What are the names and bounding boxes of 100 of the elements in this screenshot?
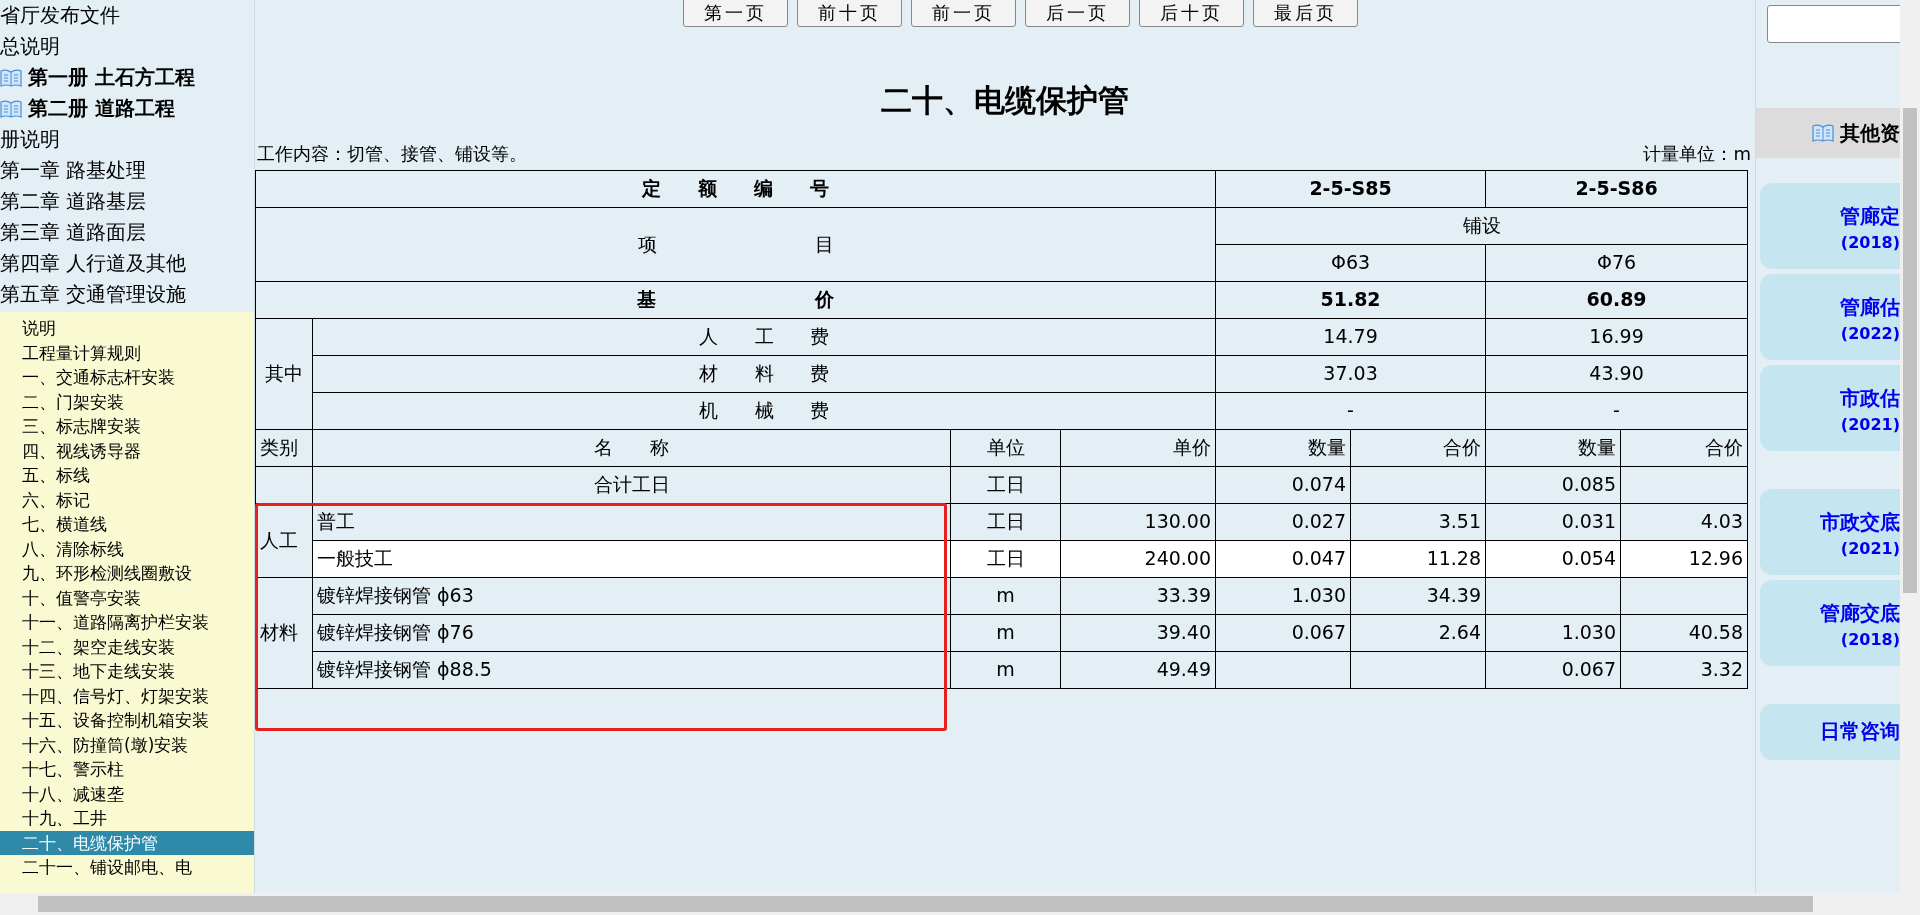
sidebar-item[interactable]: 八、清除标线 [0,536,254,561]
sidebar-item[interactable]: 十二、架空走线安装 [0,634,254,659]
table-cell: 12.96 [1620,540,1748,577]
sidebar-link[interactable]: 总说明 [0,31,254,62]
column-header: Φ63 [1215,244,1486,281]
horizontal-scrollbar[interactable] [0,893,1920,915]
table-cell: 0.031 [1485,503,1621,540]
sidebar-link[interactable]: 第三章 道路面层 [0,217,254,248]
sidebar-item[interactable]: 十六、防撞筒(墩)安装 [0,732,254,757]
book-icon [1812,124,1834,142]
table-cell: 240.00 [1060,540,1216,577]
table-cell [255,466,313,503]
resource-link[interactable]: 市政估 (2021) [1760,365,1900,451]
table-cell: 130.00 [1060,503,1216,540]
pager-button[interactable]: 最后页 [1252,0,1358,27]
table-cell: 1.030 [1485,614,1621,651]
sidebar-item[interactable]: 六、标记 [0,487,254,512]
sidebar-item[interactable]: 二、门架安装 [0,389,254,414]
pager-button[interactable]: 后一页 [1024,0,1130,27]
unit-label: 计量单位：m [1643,141,1751,166]
table-cell: 0.085 [1485,466,1621,503]
sidebar-item[interactable]: 十九、工井 [0,806,254,831]
resource-link[interactable]: 日常咨询 [1760,704,1900,760]
row-header: 其中 [255,318,313,429]
resource-link[interactable]: 管廊交底 (2018) [1760,580,1900,666]
volume-link[interactable]: 第一册 土石方工程 [28,62,195,93]
sidebar-item[interactable]: 十八、减速垄 [0,781,254,806]
sidebar-item[interactable]: 十四、信号灯、灯架安装 [0,683,254,708]
table-cell: 34.39 [1350,577,1486,614]
table-cell: m [950,651,1061,688]
table-cell: 33.39 [1060,577,1216,614]
sidebar-item[interactable]: 二十、电缆保护管 [0,830,254,855]
sidebar-link[interactable]: 册说明 [0,124,254,155]
pager-button[interactable]: 后十页 [1138,0,1244,27]
column-header: 名 称 [312,429,951,466]
sidebar-item[interactable]: 三、标志牌安装 [0,414,254,439]
table-cell: 普工 [312,503,951,540]
category-cell: 材料 [255,577,313,688]
sidebar-item[interactable]: 十一、道路隔离护栏安装 [0,610,254,635]
table-cell: 37.03 [1215,355,1486,392]
table-cell: 43.90 [1485,355,1748,392]
sidebar-item[interactable]: 十、值警亭安装 [0,585,254,610]
sidebar-link[interactable]: 第四章 人行道及其他 [0,248,254,279]
table-cell: 0.054 [1485,540,1621,577]
volume-link[interactable]: 第二册 道路工程 [28,93,175,124]
table-cell: 51.82 [1215,281,1486,318]
resource-link[interactable]: 管廊估 (2022) [1760,274,1900,360]
resource-link[interactable]: 市政交底 (2021) [1760,489,1900,575]
category-cell: 人工 [255,503,313,577]
table-cell: 16.99 [1485,318,1748,355]
table-cell: 工日 [950,466,1061,503]
table-cell: 2-5-S85 [1215,170,1486,207]
sidebar-item[interactable]: 十三、地下走线安装 [0,659,254,684]
table-cell: 0.047 [1215,540,1351,577]
column-header: Φ76 [1485,244,1748,281]
sidebar-item[interactable]: 二十一、铺设邮电、电 [0,855,254,880]
sidebar-item[interactable]: 九、环形检测线圈敷设 [0,561,254,586]
sidebar-link[interactable]: 省厅发布文件 [0,0,254,31]
scrollbar-thumb[interactable] [38,896,1813,912]
row-header: 人 工 费 [312,318,1216,355]
sidebar-item[interactable]: 工程量计算规则 [0,340,254,365]
sidebar-item[interactable]: 五、标线 [0,463,254,488]
row-header: 机 械 费 [312,392,1216,429]
table-cell: 0.074 [1215,466,1351,503]
resource-link[interactable]: 管廊定 (2018) [1760,183,1900,269]
sidebar-item[interactable]: 十七、警示柱 [0,757,254,782]
sidebar-item[interactable]: 一、交通标志杆安装 [0,365,254,390]
column-header: 单位 [950,429,1061,466]
table-cell: 49.49 [1060,651,1216,688]
sidebar-item[interactable]: 说明 [0,316,254,341]
column-header: 数量 [1485,429,1621,466]
sidebar-item[interactable]: 四、视线诱导器 [0,438,254,463]
search-field[interactable] [1767,5,1900,43]
table-cell: 工日 [950,503,1061,540]
table-cell: 3.32 [1620,651,1748,688]
column-header: 单价 [1060,429,1216,466]
table-cell: 一般技工 [312,540,951,577]
table-cell: - [1215,392,1486,429]
column-header: 铺设 [1215,207,1748,244]
sidebar-link[interactable]: 第二章 道路基层 [0,186,254,217]
pager-button[interactable]: 前十页 [796,0,902,27]
table-cell: 镀锌焊接钢管 ϕ88.5 [312,651,951,688]
pager-button[interactable]: 第一页 [682,0,788,27]
table-cell: m [950,577,1061,614]
table-cell: 14.79 [1215,318,1486,355]
table-cell: 工日 [950,540,1061,577]
scrollbar-thumb[interactable] [1903,108,1917,593]
sidebar-link[interactable]: 第五章 交通管理设施 [0,279,254,310]
column-header: 合价 [1350,429,1486,466]
column-header: 数量 [1215,429,1351,466]
pager-button[interactable]: 前一页 [910,0,1016,27]
table-cell: 60.89 [1485,281,1748,318]
row-header: 项 目 [255,207,1216,281]
sidebar-link[interactable]: 第一章 路基处理 [0,155,254,186]
sidebar-item[interactable]: 十五、设备控制机箱安装 [0,708,254,733]
vertical-scrollbar[interactable] [1900,0,1920,893]
sidebar-item[interactable]: 七、横道线 [0,512,254,537]
table-cell: 4.03 [1620,503,1748,540]
table-cell: 0.067 [1485,651,1621,688]
column-header: 类别 [255,429,313,466]
